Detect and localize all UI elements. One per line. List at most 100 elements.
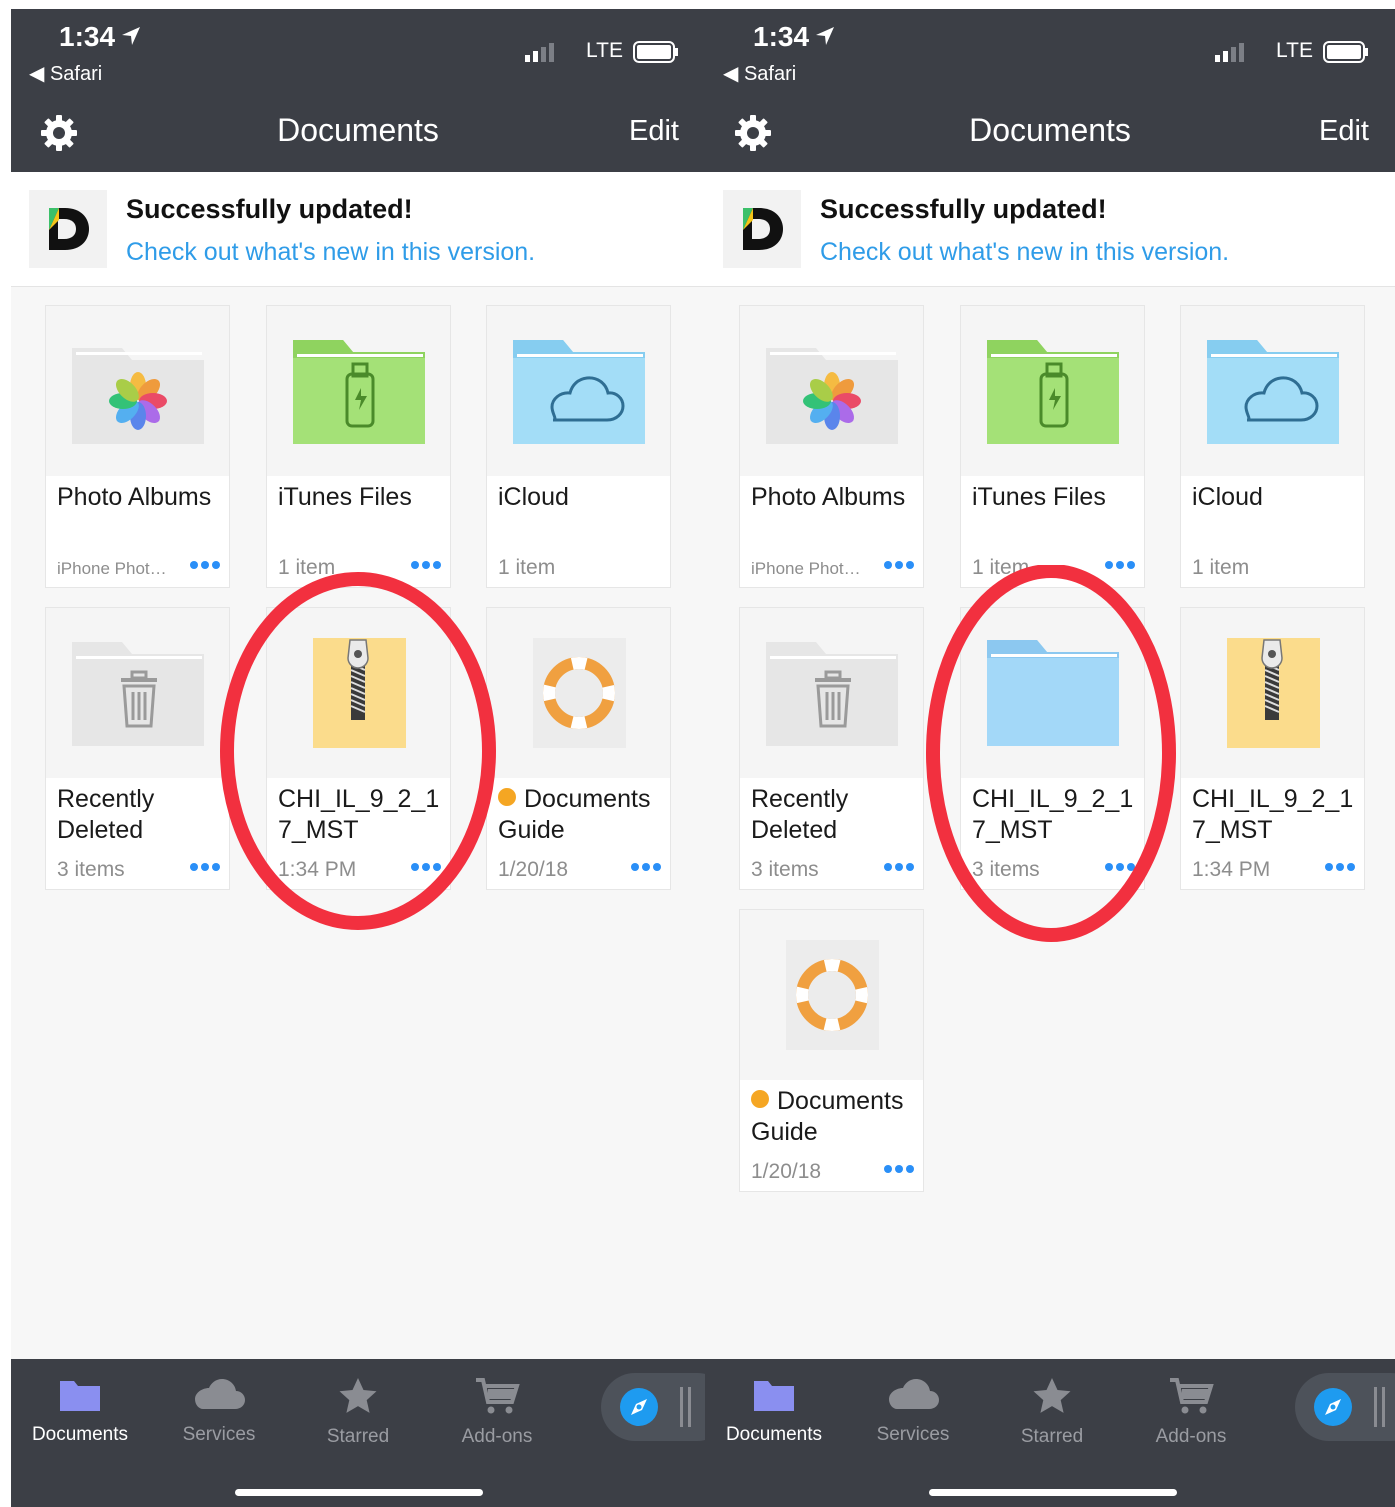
file-card-recently-deleted[interactable]: Recently Deleted 3 items: [45, 607, 230, 890]
network-type: LTE: [586, 39, 623, 62]
card-title: iTunes Files: [278, 483, 412, 511]
tab-add-ons[interactable]: Add-ons: [1126, 1377, 1256, 1448]
banner-title: Successfully updated!: [126, 194, 413, 224]
card-subtitle: iPhone Phot…: [751, 559, 861, 578]
safari-pip-handle[interactable]: [601, 1373, 705, 1441]
safari-pip-handle[interactable]: [1295, 1373, 1395, 1441]
status-dot: [751, 1090, 769, 1108]
update-banner[interactable]: Successfully updated! Check out what's n…: [705, 172, 1395, 287]
nav-header: 1:34 ◀ Safari LTE Documents Edit: [705, 9, 1395, 172]
nav-header: 1:34 ◀ Safari LTE Documents Edit: [11, 9, 705, 172]
file-card-zip[interactable]: CHI_IL_9_2_17_MST 1:34 PM: [1180, 607, 1365, 890]
card-subtitle: iPhone Phot…: [57, 559, 167, 578]
card-title: iCloud: [1192, 483, 1263, 511]
photos-folder-icon: [766, 348, 898, 444]
icloud-folder-icon: [1207, 340, 1339, 444]
trash-folder-icon: [72, 642, 204, 746]
edit-button[interactable]: Edit: [1319, 115, 1369, 148]
signal-icon: [1215, 43, 1244, 62]
network-type: LTE: [1276, 39, 1313, 62]
card-subtitle: 1:34 PM: [1192, 858, 1271, 881]
itunes-folder-icon: [293, 340, 425, 444]
grip-icon: [1374, 1387, 1385, 1427]
tab-starred[interactable]: Starred: [987, 1377, 1117, 1448]
banner-title: Successfully updated!: [820, 194, 1107, 224]
photos-folder-icon: [72, 348, 204, 444]
card-title: Documents Guide: [498, 785, 651, 844]
documents-app-logo: [29, 190, 107, 268]
more-options-icon[interactable]: [883, 862, 915, 872]
cloud-icon: [889, 1379, 939, 1409]
icloud-folder-icon: [513, 340, 645, 444]
file-card-documents-guide[interactable]: Documents Guide 1/20/18: [739, 909, 924, 1192]
tab-bar: Documents Services Starred Add-ons: [11, 1359, 705, 1507]
lifebuoy-icon: [786, 940, 879, 1050]
grip-icon: [680, 1387, 691, 1427]
trash-folder-icon: [766, 642, 898, 746]
tab-documents[interactable]: Documents: [15, 1377, 145, 1446]
card-title: Documents Guide: [751, 1087, 904, 1146]
status-time: 1:34: [753, 21, 837, 53]
file-card-itunes-files[interactable]: iTunes Files 1 item: [266, 305, 451, 588]
status-time: 1:34: [59, 21, 143, 53]
file-card-photo-albums[interactable]: Photo Albums iPhone Phot…: [739, 305, 924, 588]
card-subtitle: 3 items: [751, 858, 819, 881]
tab-documents[interactable]: Documents: [709, 1377, 839, 1446]
cart-icon: [476, 1378, 520, 1414]
folder-icon: [60, 1381, 100, 1411]
itunes-folder-icon: [987, 340, 1119, 444]
file-card-icloud[interactable]: iCloud 1 item: [486, 305, 671, 588]
more-options-icon[interactable]: [883, 1164, 915, 1174]
location-arrow-icon: [122, 27, 141, 45]
star-icon: [339, 1378, 377, 1413]
card-subtitle: 1/20/18: [498, 858, 569, 881]
tab-services[interactable]: Services: [848, 1377, 978, 1446]
tab-services[interactable]: Services: [154, 1377, 284, 1446]
card-subtitle: 3 items: [57, 858, 125, 881]
whats-new-link[interactable]: Check out what's new in this version.: [820, 238, 1229, 267]
back-to-app-link[interactable]: ◀ Safari: [29, 61, 102, 86]
back-to-app-link[interactable]: ◀ Safari: [723, 61, 796, 86]
home-indicator: [235, 1489, 483, 1496]
more-options-icon[interactable]: [883, 560, 915, 570]
lifebuoy-icon: [533, 638, 626, 748]
card-title: Photo Albums: [57, 483, 212, 511]
tab-add-ons[interactable]: Add-ons: [432, 1377, 562, 1448]
folder-icon: [754, 1381, 794, 1411]
highlight-circle: [926, 565, 1176, 942]
documents-app-logo: [723, 190, 801, 268]
card-title: Recently Deleted: [57, 785, 155, 844]
home-indicator: [929, 1489, 1177, 1496]
battery-icon: [1323, 41, 1368, 63]
card-title: iTunes Files: [972, 483, 1106, 511]
phone-screen-right: 1:34 ◀ Safari LTE Documents Edit Success…: [705, 9, 1395, 1507]
card-subtitle: 1 item: [1192, 556, 1250, 579]
card-title: Recently Deleted: [751, 785, 849, 844]
edit-button[interactable]: Edit: [629, 115, 679, 148]
battery-icon: [633, 41, 678, 63]
file-card-icloud[interactable]: iCloud 1 item: [1180, 305, 1365, 588]
highlight-circle: [220, 572, 496, 930]
more-options-icon[interactable]: [630, 862, 662, 872]
whats-new-link[interactable]: Check out what's new in this version.: [126, 238, 535, 267]
file-card-documents-guide[interactable]: Documents Guide 1/20/18: [486, 607, 671, 890]
file-card-recently-deleted[interactable]: Recently Deleted 3 items: [739, 607, 924, 890]
update-banner[interactable]: Successfully updated! Check out what's n…: [11, 172, 705, 287]
cart-icon: [1170, 1378, 1214, 1414]
compass-icon: [620, 1388, 658, 1426]
page-title: Documents: [277, 112, 439, 148]
page-title: Documents: [969, 112, 1131, 148]
tab-bar: Documents Services Starred Add-ons: [705, 1359, 1395, 1507]
tab-starred[interactable]: Starred: [293, 1377, 423, 1448]
more-options-icon[interactable]: [1324, 862, 1356, 872]
zip-file-icon: [1227, 638, 1320, 748]
card-title: Photo Albums: [751, 483, 906, 511]
location-arrow-icon: [816, 27, 835, 45]
card-title: CHI_IL_9_2_17_MST: [1192, 785, 1354, 844]
file-card-itunes-files[interactable]: iTunes Files 1 item: [960, 305, 1145, 588]
file-card-photo-albums[interactable]: Photo Albums iPhone Phot…: [45, 305, 230, 588]
star-icon: [1033, 1378, 1071, 1413]
card-subtitle: 1/20/18: [751, 1160, 822, 1183]
card-title: iCloud: [498, 483, 569, 511]
compass-icon: [1314, 1388, 1352, 1426]
